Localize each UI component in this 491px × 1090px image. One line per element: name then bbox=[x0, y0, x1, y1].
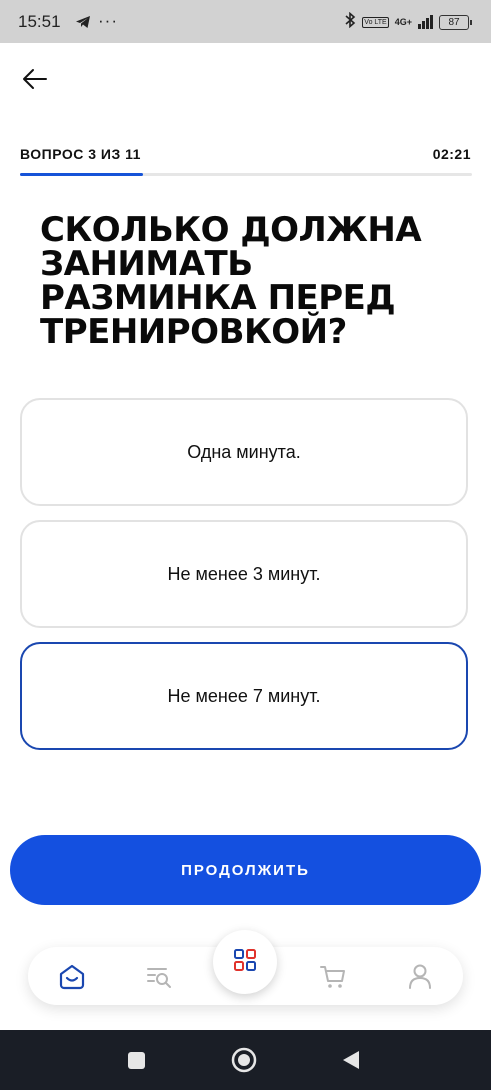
profile-icon[interactable] bbox=[405, 961, 435, 991]
more-notifications-icon: ··· bbox=[98, 11, 118, 30]
question-text: СКОЛЬКО ДОЛЖНА ЗАНИМАТЬ РАЗМИНКА ПЕРЕД Т… bbox=[40, 210, 422, 352]
battery-icon: 87 bbox=[439, 14, 472, 30]
quiz-timer: 02:21 bbox=[432, 146, 471, 162]
status-icons: Vo LTE 4G+ 87 bbox=[344, 11, 472, 32]
catalog-grid-button[interactable] bbox=[213, 930, 277, 994]
back-arrow-icon[interactable] bbox=[20, 64, 50, 94]
cart-icon[interactable] bbox=[318, 961, 348, 991]
answer-option-2[interactable]: Не менее 3 минут. bbox=[20, 520, 468, 628]
progress-bar bbox=[20, 173, 472, 176]
status-time: 15:51 bbox=[18, 12, 61, 31]
search-list-icon[interactable] bbox=[144, 961, 174, 991]
home-icon[interactable] bbox=[57, 961, 87, 991]
progress-bar-fill bbox=[20, 173, 144, 176]
home-circle-icon[interactable] bbox=[231, 1047, 257, 1078]
network-type: 4G+ bbox=[394, 16, 412, 27]
back-triangle-icon[interactable] bbox=[341, 1050, 361, 1075]
volte-icon: Vo LTE bbox=[362, 16, 389, 28]
grid-icon bbox=[233, 948, 257, 977]
bluetooth-icon bbox=[344, 11, 356, 32]
answer-label: Одна минута. bbox=[187, 441, 301, 462]
signal-icon bbox=[418, 15, 433, 29]
recent-apps-icon[interactable] bbox=[127, 1051, 146, 1075]
answer-option-1[interactable]: Одна минута. bbox=[20, 398, 468, 506]
status-bar: 15:51 ··· Vo LTE 4G+ 87 bbox=[0, 0, 491, 43]
question-progress-label: ВОПРОС 3 ИЗ 11 bbox=[20, 146, 141, 162]
answer-label: Не менее 7 минут. bbox=[167, 685, 321, 706]
telegram-icon bbox=[75, 15, 91, 34]
continue-button[interactable]: ПРОДОЛЖИТЬ bbox=[10, 835, 481, 905]
system-navigation-bar bbox=[0, 1030, 491, 1090]
answer-option-3[interactable]: Не менее 7 минут. bbox=[20, 642, 468, 750]
answer-label: Не менее 3 минут. bbox=[167, 563, 321, 584]
